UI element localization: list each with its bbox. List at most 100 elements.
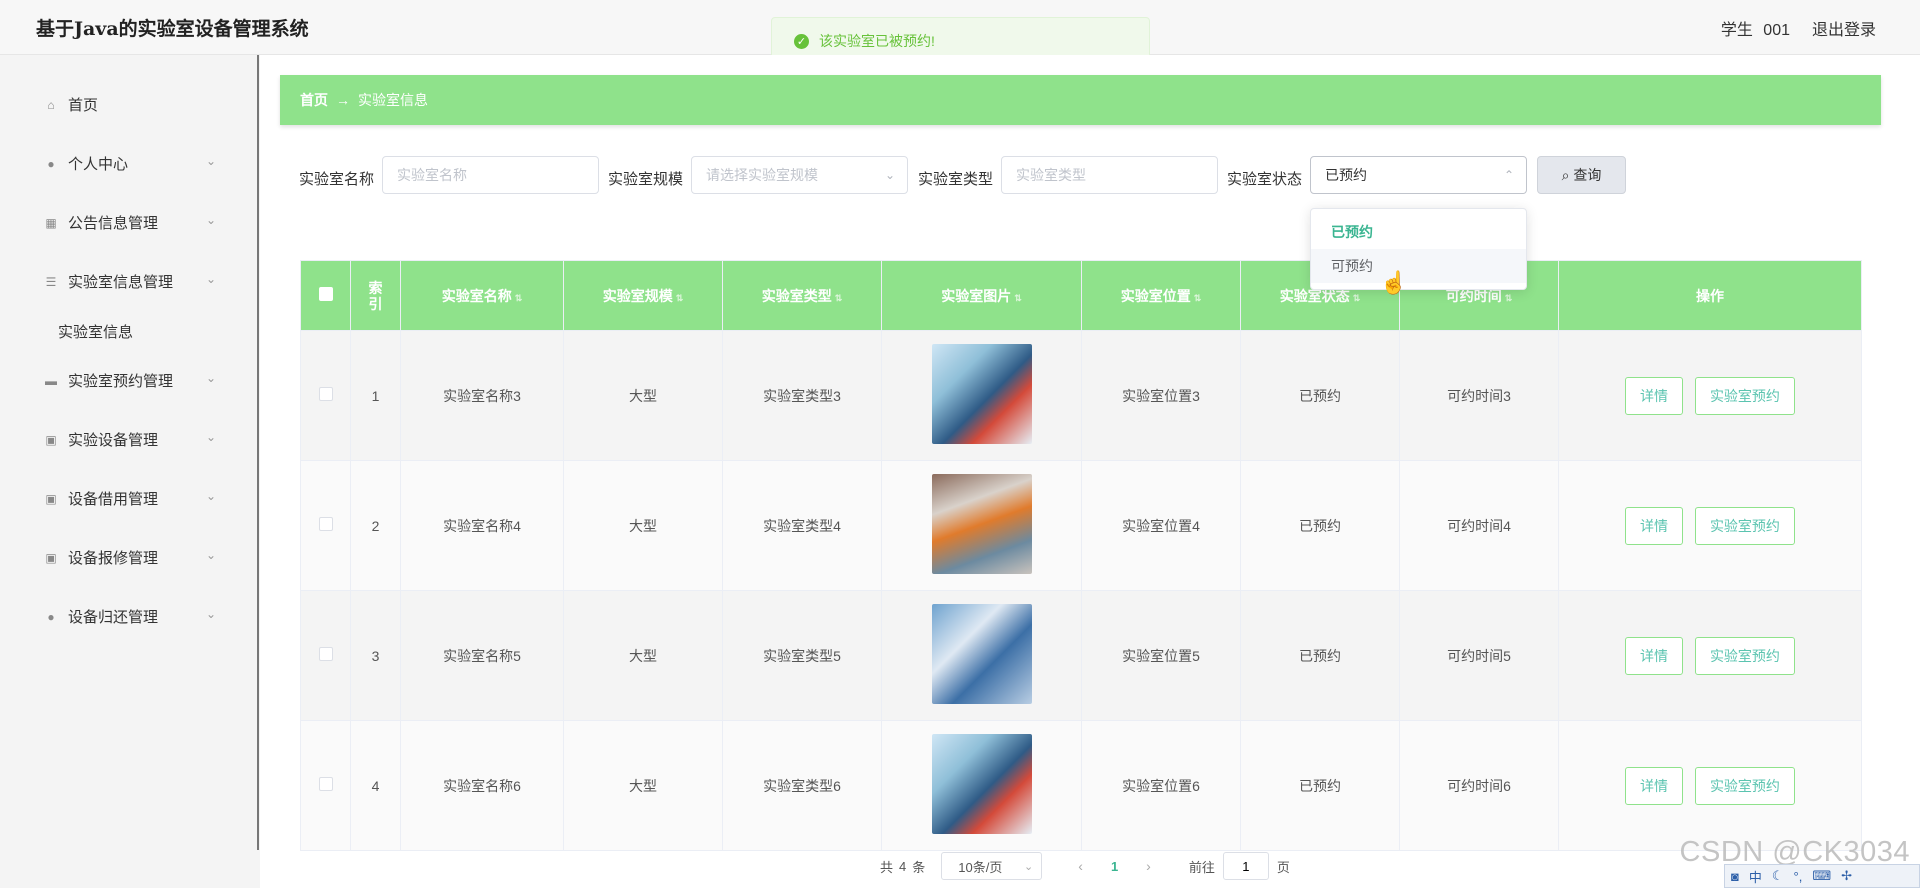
sidebar-item-repair-management[interactable]: ▣ 设备报修管理 ⌄ — [20, 528, 230, 587]
page-suffix: 页 — [1276, 859, 1290, 875]
select-all-cell — [300, 260, 351, 331]
column-header-name[interactable]: 实验室名称 ⇅ — [400, 260, 564, 331]
sort-icon[interactable]: ⇅ — [1353, 293, 1361, 303]
goto-page-input[interactable] — [1222, 852, 1269, 880]
detail-button[interactable]: 详情 — [1625, 766, 1684, 805]
sidebar-item-notice-management[interactable]: ▦ 公告信息管理 ⌄ — [20, 193, 230, 252]
column-header-type[interactable]: 实验室类型 ⇅ — [722, 260, 882, 331]
sidebar-item-label: 实验室预约管理 — [68, 373, 174, 390]
sidebar-item-equipment-management[interactable]: ▣ 实验设备管理 ⌄ — [20, 410, 230, 469]
user-icon: ● — [47, 609, 55, 624]
sidebar-item-label: 实验设备管理 — [68, 432, 159, 449]
sort-icon[interactable]: ⇅ — [676, 293, 684, 303]
reserve-button[interactable]: 实验室预约 — [1694, 636, 1795, 675]
breadcrumb-current: 实验室信息 — [358, 92, 428, 108]
check-circle-icon: ✓ — [794, 33, 809, 49]
sidebar-item-label: 首页 — [68, 97, 99, 114]
row-checkbox[interactable] — [318, 777, 333, 791]
punctuation-icon[interactable]: °, — [1794, 869, 1803, 884]
hand-cursor-icon: ☝ — [1380, 270, 1408, 295]
sidebar-item-label: 设备归还管理 — [68, 609, 159, 626]
row-checkbox[interactable] — [318, 517, 333, 531]
column-header-image[interactable]: 实验室图片 ⇅ — [881, 260, 1082, 331]
cell-image — [881, 330, 1082, 461]
lab-image[interactable] — [931, 734, 1032, 834]
chevron-down-icon: ⌄ — [205, 272, 216, 286]
lab-image[interactable] — [931, 344, 1032, 444]
sidebar-item-lab-reservation-management[interactable]: ▬ 实验室预约管理 ⌄ — [20, 351, 230, 410]
search-icon: ⌕ — [1561, 166, 1570, 183]
logout-button[interactable]: 退出登录 — [1812, 16, 1876, 40]
cell-location: 实验室位置5 — [1081, 590, 1241, 721]
lab-scale-select[interactable]: 请选择实验室规模 ⌄ — [691, 156, 908, 194]
prev-page-button[interactable]: ‹ — [1078, 858, 1083, 874]
row-checkbox[interactable] — [318, 647, 333, 661]
column-header-location[interactable]: 实验室位置 ⇅ — [1081, 260, 1241, 331]
sidebar-item-borrow-management[interactable]: ▣ 设备借用管理 ⌄ — [20, 469, 230, 528]
moon-icon[interactable]: ☾ — [1772, 868, 1784, 884]
lab-status-select[interactable]: 已预约 ⌃ — [1310, 156, 1527, 194]
cell-index: 2 — [350, 460, 401, 591]
lab-name-input[interactable]: 实验室名称 — [382, 156, 599, 194]
search-button[interactable]: ⌕ 查询 — [1537, 156, 1626, 194]
column-header-scale[interactable]: 实验室规模 ⇅ — [563, 260, 723, 331]
sidebar-subitem-lab-info[interactable]: 实验室信息 — [20, 311, 230, 351]
sidebar-item-home[interactable]: ⌂ 首页 — [20, 75, 230, 134]
row-select-cell — [300, 590, 351, 721]
sort-icon[interactable]: ⇅ — [515, 293, 523, 303]
tools-icon[interactable]: ✢ — [1841, 868, 1852, 884]
ime-logo-icon: ◙ — [1731, 868, 1739, 884]
sort-icon[interactable]: ⇅ — [1194, 293, 1202, 303]
sort-icon[interactable]: ⇅ — [1014, 293, 1022, 303]
reserve-button[interactable]: 实验室预约 — [1694, 506, 1795, 545]
column-header-label: 实验室名称 — [441, 287, 512, 304]
chevron-down-icon: ⌄ — [205, 548, 216, 562]
select-all-checkbox[interactable] — [318, 287, 333, 301]
detail-button[interactable]: 详情 — [1625, 376, 1684, 415]
lab-status-label: 实验室状态 — [1227, 171, 1303, 188]
sort-icon[interactable]: ⇅ — [835, 293, 843, 303]
table-row: 3 实验室名称5 大型 实验室类型5 实验室位置5 已预约 可约时间5 详情 实… — [300, 590, 1862, 721]
cell-time: 可约时间6 — [1399, 720, 1559, 851]
cell-actions: 详情 实验室预约 — [1558, 720, 1862, 851]
toast-message: 该实验室已被预约! — [819, 33, 935, 49]
ime-toolbar[interactable]: ◙ 中 ☾ °, ⌨ ✢ — [1724, 864, 1920, 888]
lab-image[interactable] — [931, 474, 1032, 574]
cell-type: 实验室类型3 — [722, 330, 882, 461]
grid-icon: ▦ — [45, 215, 57, 230]
cell-time: 可约时间5 — [1399, 590, 1559, 721]
page-size-value: 10条/页 — [958, 859, 1003, 875]
lab-image[interactable] — [931, 604, 1032, 704]
total-count: 4 — [899, 858, 907, 874]
pagination: 共 4 条 10条/页 ⌄ ‹ 1 › 前往 页 — [880, 851, 1290, 881]
cell-actions: 详情 实验室预约 — [1558, 590, 1862, 721]
sidebar-item-return-management[interactable]: ● 设备归还管理 ⌄ — [20, 587, 230, 646]
row-select-cell — [300, 460, 351, 591]
sidebar-item-label: 设备报修管理 — [68, 550, 159, 567]
detail-button[interactable]: 详情 — [1625, 506, 1684, 545]
sidebar-item-lab-info-management[interactable]: ☰ 实验室信息管理 ⌄ — [20, 252, 230, 311]
cell-index: 4 — [350, 720, 401, 851]
column-header-label: 实验室图片 — [941, 287, 1012, 304]
sidebar-item-personal-center[interactable]: ● 个人中心 ⌄ — [20, 134, 230, 193]
ime-mode[interactable]: 中 — [1749, 867, 1762, 886]
column-header-actions: 操作 — [1558, 260, 1862, 331]
reserve-button[interactable]: 实验室预约 — [1694, 376, 1795, 415]
sidebar: ⌂ 首页 ● 个人中心 ⌄ ▦ 公告信息管理 ⌄ ☰ 实验室信息管理 ⌄ 实验室… — [20, 75, 230, 646]
next-page-button[interactable]: › — [1146, 858, 1151, 874]
page-size-select[interactable]: 10条/页 ⌄ — [941, 852, 1043, 880]
breadcrumb-home[interactable]: 首页 — [300, 90, 328, 110]
table-row: 4 实验室名称6 大型 实验室类型6 实验室位置6 已预约 可约时间6 详情 实… — [300, 720, 1862, 851]
goto-label: 前往 — [1188, 859, 1215, 875]
detail-button[interactable]: 详情 — [1625, 636, 1684, 675]
lab-type-input[interactable]: 实验室类型 — [1001, 156, 1218, 194]
cell-name: 实验室名称4 — [400, 460, 564, 591]
row-checkbox[interactable] — [318, 387, 333, 401]
status-option-reserved[interactable]: 已预约 — [1311, 215, 1526, 249]
page-number[interactable]: 1 — [1111, 859, 1118, 874]
keyboard-icon[interactable]: ⌨ — [1812, 868, 1831, 884]
sort-icon[interactable]: ⇅ — [1505, 293, 1513, 303]
status-option-available[interactable]: 可预约 — [1311, 249, 1526, 283]
home-icon: ⌂ — [47, 97, 55, 112]
reserve-button[interactable]: 实验室预约 — [1694, 766, 1795, 805]
